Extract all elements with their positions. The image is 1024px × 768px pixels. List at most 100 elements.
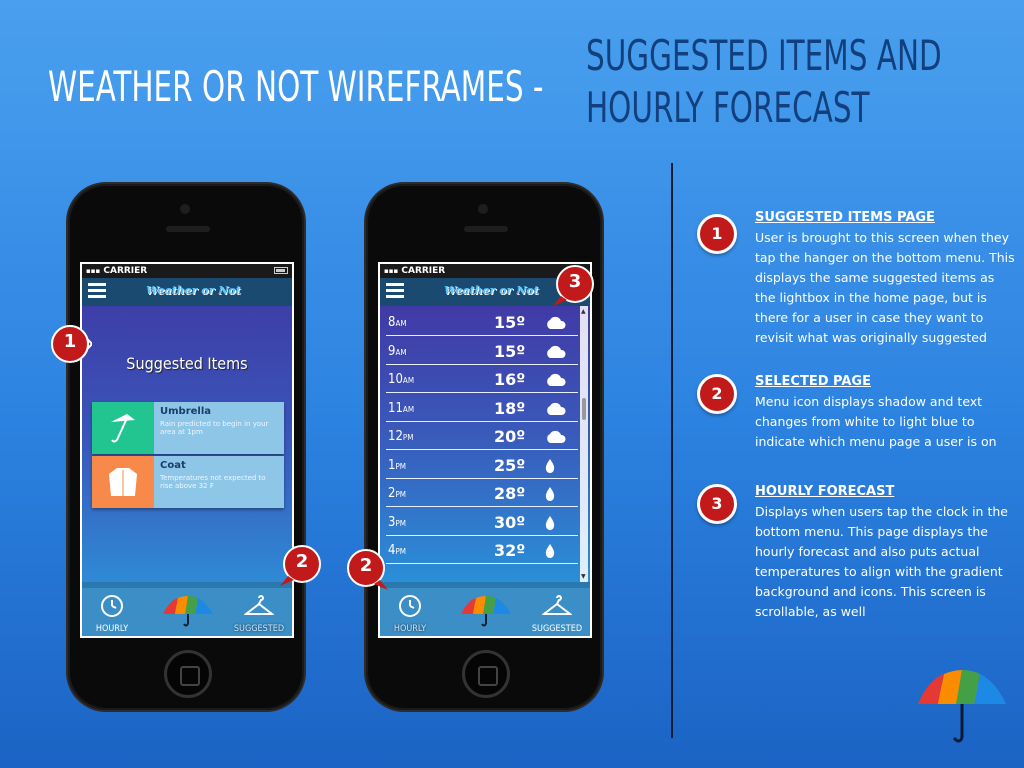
hour-ampm: AM — [402, 404, 415, 414]
hour-label: 10AM — [388, 372, 414, 387]
app-logo: Weather or Not — [444, 284, 539, 297]
cloud-icon — [544, 429, 568, 448]
scrollbar[interactable]: ▲ ▼ — [580, 306, 588, 582]
item-desc: Rain predicted to begin in your area at … — [160, 420, 269, 436]
tab-home-umbrella[interactable] — [458, 594, 514, 631]
cloud-icon — [544, 372, 568, 391]
tab-home-umbrella[interactable] — [160, 594, 216, 631]
nav-bar: Weather or Not — [82, 278, 292, 306]
signal-icon: ▪▪▪ — [86, 267, 101, 275]
temperature: 32º — [494, 541, 526, 560]
note-heading: SELECTED PAGE — [755, 374, 871, 389]
hour-label: 3PM — [388, 515, 406, 530]
temperature: 30º — [494, 512, 526, 532]
hourly-row: 3PM 30º — [386, 508, 578, 536]
home-button[interactable] — [462, 650, 510, 698]
hour-ampm: PM — [395, 461, 407, 471]
hour-label: 9AM — [388, 344, 407, 359]
slide-title: WEATHER OR NOT WIREFRAMES - — [48, 62, 544, 111]
note-badge-1: 1 — [697, 214, 737, 254]
tab-suggested-label: SUGGESTED — [531, 624, 583, 634]
callout-pin-3: 3 — [553, 262, 597, 306]
hourly-row: 2PM 28º — [386, 479, 578, 507]
note-heading: HOURLY FORECAST — [755, 484, 895, 499]
hour-number: 11 — [388, 400, 403, 416]
hourly-row: 10AM 16º — [386, 365, 578, 393]
hour-label: 4PM — [388, 543, 406, 558]
tab-hourly[interactable]: HOURLY — [92, 594, 132, 634]
hourly-row: 4PM 32º — [386, 536, 578, 564]
phone-camera — [180, 204, 190, 214]
hourly-content[interactable]: ▲ ▼ 8AM 15º 9AM 15º 10AM 16º 11AM 18º 12PM 20º 1PM… — [380, 306, 590, 582]
tab-suggested[interactable]: SUGGESTED — [232, 594, 286, 634]
hour-ampm: AM — [395, 319, 407, 328]
status-bar: ▪▪▪ CARRIER — [82, 264, 292, 278]
phone-camera — [478, 204, 488, 214]
suggested-item-umbrella[interactable]: Umbrella Rain predicted to begin in your… — [92, 402, 284, 454]
phone-suggested: ▪▪▪ CARRIER Weather or Not Suggested Ite… — [66, 182, 306, 712]
scroll-up-arrow-icon[interactable]: ▲ — [581, 308, 586, 315]
umbrella-logo-icon — [163, 596, 213, 627]
screen-hourly: ▪▪▪ CARRIER Weather or Not ▲ ▼ 8AM 15º 9AM… — [378, 262, 592, 638]
callout-pin-1: 1 — [48, 322, 94, 366]
temperature: 15º — [494, 313, 526, 332]
clock-icon — [101, 595, 123, 617]
note-badge-3: 3 — [697, 484, 737, 524]
hour-ampm: PM — [402, 433, 414, 442]
note-selected-page: SELECTED PAGE Menu icon displays shadow … — [755, 372, 1017, 452]
carrier-label: ▪▪▪ CARRIER — [86, 266, 148, 276]
screen-inner: ▪▪▪ CARRIER Weather or Not Suggested Ite… — [82, 264, 292, 636]
battery-icon — [274, 267, 288, 274]
hour-label: 2PM — [388, 486, 406, 501]
temperature: 28º — [494, 484, 526, 503]
phone-speaker — [464, 226, 508, 232]
hourly-row: 12PM 20º — [386, 422, 578, 450]
brand-umbrella-icon — [916, 668, 1008, 750]
hamburger-menu-icon[interactable] — [386, 283, 404, 299]
hanger-icon — [243, 595, 275, 615]
hourly-row: 8AM 15º — [386, 308, 578, 336]
suggested-content: Suggested Items Umbrella Rain predicted … — [82, 306, 292, 582]
item-name: Umbrella — [160, 406, 212, 417]
callout-number: 2 — [295, 551, 309, 572]
hour-number: 10 — [388, 372, 403, 387]
note-text: User is brought to this screen when they… — [755, 230, 1015, 345]
home-button[interactable] — [164, 650, 212, 698]
hour-ampm: PM — [395, 547, 407, 556]
hour-ampm: PM — [395, 490, 407, 499]
callout-number: 3 — [568, 271, 582, 292]
divider — [671, 163, 673, 738]
tab-hourly-label: HOURLY — [95, 624, 129, 634]
phone-speaker — [166, 226, 210, 232]
note-text: Displays when users tap the clock in the… — [755, 504, 1008, 619]
scroll-down-arrow-icon[interactable]: ▼ — [581, 573, 586, 580]
slide-subtitle-line1: SUGGESTED ITEMS AND — [586, 31, 942, 80]
signal-icon: ▪▪▪ — [384, 267, 399, 275]
raindrop-icon — [544, 515, 556, 535]
note-badge-2: 2 — [697, 374, 737, 414]
clock-icon — [399, 595, 421, 617]
umbrella-logo-icon — [461, 596, 511, 627]
tab-bar: HOURLY SUGGESTED — [82, 582, 292, 636]
suggested-item-coat[interactable]: Coat Temperatures not expected to rise a… — [92, 456, 284, 508]
tab-suggested[interactable]: SUGGESTED — [530, 594, 584, 634]
tab-hourly-label: HOURLY — [393, 624, 427, 634]
temperature: 15º — [494, 341, 526, 361]
hamburger-menu-icon[interactable] — [88, 283, 106, 299]
suggested-heading: Suggested Items — [126, 354, 248, 373]
tab-bar: HOURLY SUGGESTED — [380, 582, 590, 636]
hourly-row: 11AM 18º — [386, 394, 578, 422]
screen-suggested: ▪▪▪ CARRIER Weather or Not Suggested Ite… — [80, 262, 294, 638]
carrier-label: ▪▪▪ CARRIER — [384, 266, 446, 276]
hour-ampm: AM — [395, 347, 407, 357]
hanger-icon — [541, 595, 573, 615]
scroll-thumb[interactable] — [582, 398, 586, 420]
callout-pin-2b: 2 — [344, 546, 388, 590]
app-logo: Weather or Not — [146, 284, 241, 297]
callout-pin-2a: 2 — [280, 542, 324, 586]
hour-ampm: AM — [402, 376, 415, 385]
raindrop-icon — [544, 458, 556, 478]
item-desc: Temperatures not expected to rise above … — [160, 474, 266, 490]
tab-hourly[interactable]: HOURLY — [390, 594, 430, 634]
cloud-icon — [544, 401, 568, 420]
